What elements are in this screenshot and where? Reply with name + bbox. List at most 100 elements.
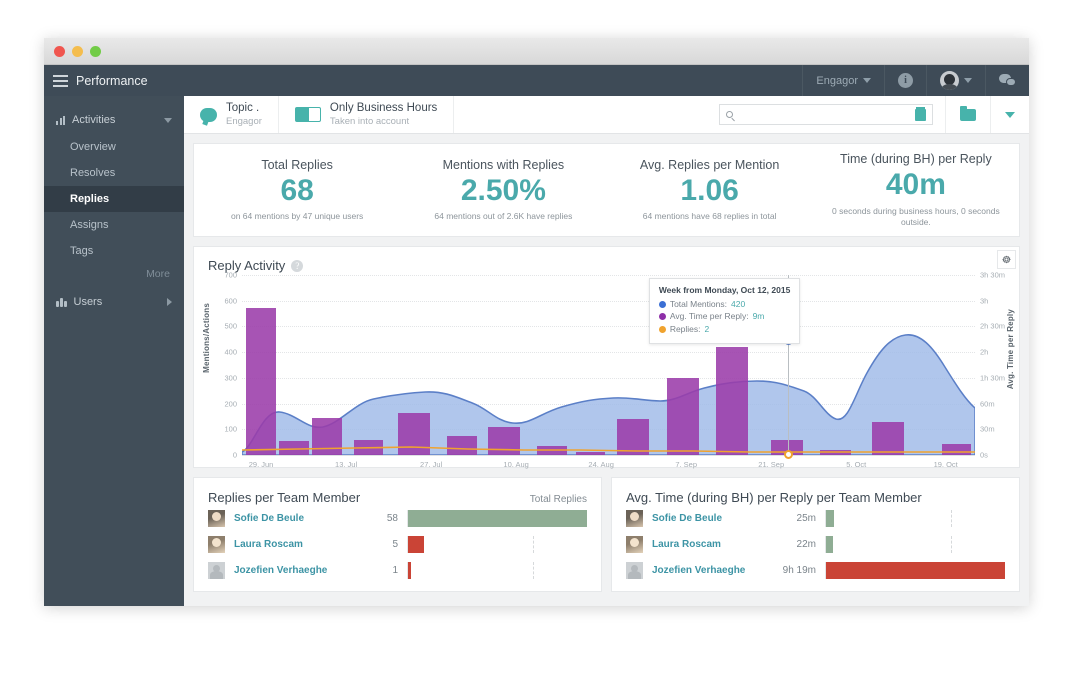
tooltip-value: 9m <box>752 311 765 322</box>
filter-topic-sub: Engagor <box>226 115 262 127</box>
panel-subtitle: Total Replies <box>529 494 587 505</box>
member-name: Jozefien Verhaeghe <box>234 564 328 576</box>
chart-ytick: 700 <box>224 270 237 280</box>
member-bar <box>408 535 425 553</box>
sidebar-item-replies[interactable]: Replies <box>44 186 184 212</box>
tooltip-title: Week from Monday, Oct 12, 2015 <box>658 284 791 295</box>
window-titlebar <box>44 38 1029 65</box>
filter-topic[interactable]: Topic . Engagor <box>184 96 279 133</box>
member-bar <box>826 561 1005 579</box>
member-bar <box>826 535 834 553</box>
tooltip-label: Replies: <box>669 324 701 335</box>
table-row[interactable]: Laura Roscam 5 <box>194 531 601 557</box>
chart-xtick: 21. Sep <box>758 460 785 469</box>
trash-icon[interactable] <box>915 106 926 121</box>
chart-ytick: 200 <box>224 399 237 409</box>
sidebar-section-label: Activities <box>72 114 116 126</box>
tooltip-row: Avg. Time per Reply: 9m <box>658 310 790 323</box>
user-menu[interactable] <box>926 65 985 96</box>
help-icon[interactable]: ? <box>291 259 304 272</box>
chart-ytick: 600 <box>224 296 237 306</box>
panel-title: Avg. Time (during BH) per Reply per Team… <box>626 490 922 505</box>
search-box[interactable] <box>719 104 933 125</box>
kpi-sub: 0 seconds during business hours, 0 secon… <box>832 205 1000 227</box>
chart-xtick: 5. Oct <box>846 460 867 469</box>
sidebar-item-assigns[interactable]: Assigns <box>44 212 184 238</box>
member-value: 1 <box>392 564 398 576</box>
sidebar-section-activities[interactable]: Activities <box>44 106 184 134</box>
chart-ytick: 500 <box>224 321 237 331</box>
chart-xtick: 10. Aug <box>503 460 529 469</box>
info-button[interactable]: i <box>884 65 926 96</box>
minimize-window-button[interactable] <box>72 45 83 57</box>
kpi-value: 2.50% <box>460 173 546 207</box>
chevron-down-icon <box>164 117 172 123</box>
table-row[interactable]: Laura Roscam 22m <box>612 531 1019 557</box>
table-row[interactable]: Jozefien Verhaeghe 9h 19m <box>612 557 1019 583</box>
table-row[interactable]: Sofie De Beule 58 <box>194 505 601 531</box>
chart-settings-button[interactable] <box>997 250 1016 269</box>
chart-ytick: 100 <box>224 424 237 434</box>
legend-dot-mentions <box>658 300 666 308</box>
chat-button[interactable] <box>985 65 1029 96</box>
avg-time-per-reply-panel: Avg. Time (during BH) per Reply per Team… <box>611 477 1020 592</box>
filter-topic-title: Topic . <box>226 102 260 115</box>
sidebar-section-users[interactable]: Users <box>44 288 184 316</box>
filter-bar: Topic . Engagor Only Business Hours Take… <box>184 96 1029 134</box>
kpi-total-replies: Total Replies 68 on 64 mentions by 47 un… <box>194 144 400 236</box>
chart-xtick: 29. Jun <box>248 460 274 469</box>
kpi-value: 68 <box>280 173 314 207</box>
table-row[interactable]: Jozefien Verhaeghe 1 <box>194 557 601 583</box>
chart-y2tick: 3h 30m <box>980 270 1006 280</box>
avatar <box>208 561 225 579</box>
chart-tooltip: Week from Monday, Oct 12, 2015 Total Men… <box>648 277 801 344</box>
sidebar-section-label: Users <box>73 296 103 308</box>
sidebar-item-tags[interactable]: Tags <box>44 238 184 264</box>
filter-bh-sub: Taken into account <box>329 115 410 127</box>
folder-button[interactable] <box>945 96 990 133</box>
chart-title: Reply Activity <box>208 258 286 273</box>
chart-hover-point-replies <box>783 450 793 459</box>
avatar <box>626 561 643 579</box>
kpi-time-per-reply: Time (during BH) per Reply 40m 0 seconds… <box>813 144 1019 236</box>
chart-ytick: 300 <box>224 373 237 383</box>
menu-icon[interactable] <box>44 74 76 87</box>
chart-y-axis-label: Mentions/Actions <box>202 303 211 373</box>
chart-title-row: Reply Activity ? <box>194 247 1019 273</box>
member-name: Laura Roscam <box>234 538 303 550</box>
legend-dot-replies <box>658 326 666 334</box>
member-name: Sofie De Beule <box>234 512 305 524</box>
kpi-cards: Total Replies 68 on 64 mentions by 47 un… <box>193 143 1020 237</box>
chart-y2tick: 30m <box>980 424 995 434</box>
chevron-down-icon <box>964 78 972 83</box>
options-dropdown-button[interactable] <box>990 96 1029 133</box>
bar-track <box>407 561 587 579</box>
search-icon <box>726 111 733 118</box>
account-menu[interactable]: Engagor <box>802 65 884 96</box>
window-body: Activities Overview Resolves Replies Ass… <box>44 96 1029 606</box>
folder-icon <box>960 105 976 121</box>
avatar <box>626 509 643 527</box>
member-value: 58 <box>386 512 398 524</box>
chart-xtick: 24. Aug <box>588 460 614 469</box>
app-window: Performance Engagor i Activities Overvie… <box>44 38 1029 606</box>
close-window-button[interactable] <box>54 45 65 57</box>
screenshot-root: Performance Engagor i Activities Overvie… <box>0 0 1080 673</box>
tooltip-value: 2 <box>704 324 710 335</box>
search-input[interactable] <box>738 109 910 120</box>
panel-header: Avg. Time (during BH) per Reply per Team… <box>612 478 1019 505</box>
sidebar-item-resolves[interactable]: Resolves <box>44 160 184 186</box>
kpi-avg-replies-per-mention: Avg. Replies per Mention 1.06 64 mention… <box>607 144 813 236</box>
maximize-window-button[interactable] <box>90 45 101 57</box>
chevron-right-icon <box>167 298 172 306</box>
sidebar: Activities Overview Resolves Replies Ass… <box>44 96 184 606</box>
kpi-sub: on 64 mentions by 47 unique users <box>230 211 364 222</box>
sidebar-item-overview[interactable]: Overview <box>44 134 184 160</box>
bar-chart-icon <box>56 115 65 125</box>
filter-bh-title: Only Business Hours <box>329 102 438 115</box>
member-bar <box>408 561 412 579</box>
sidebar-more-link[interactable]: More <box>44 264 184 288</box>
table-row[interactable]: Sofie De Beule 25m <box>612 505 1019 531</box>
filter-business-hours[interactable]: Only Business Hours Taken into account <box>279 96 455 133</box>
chart-ytick: 400 <box>224 347 237 357</box>
